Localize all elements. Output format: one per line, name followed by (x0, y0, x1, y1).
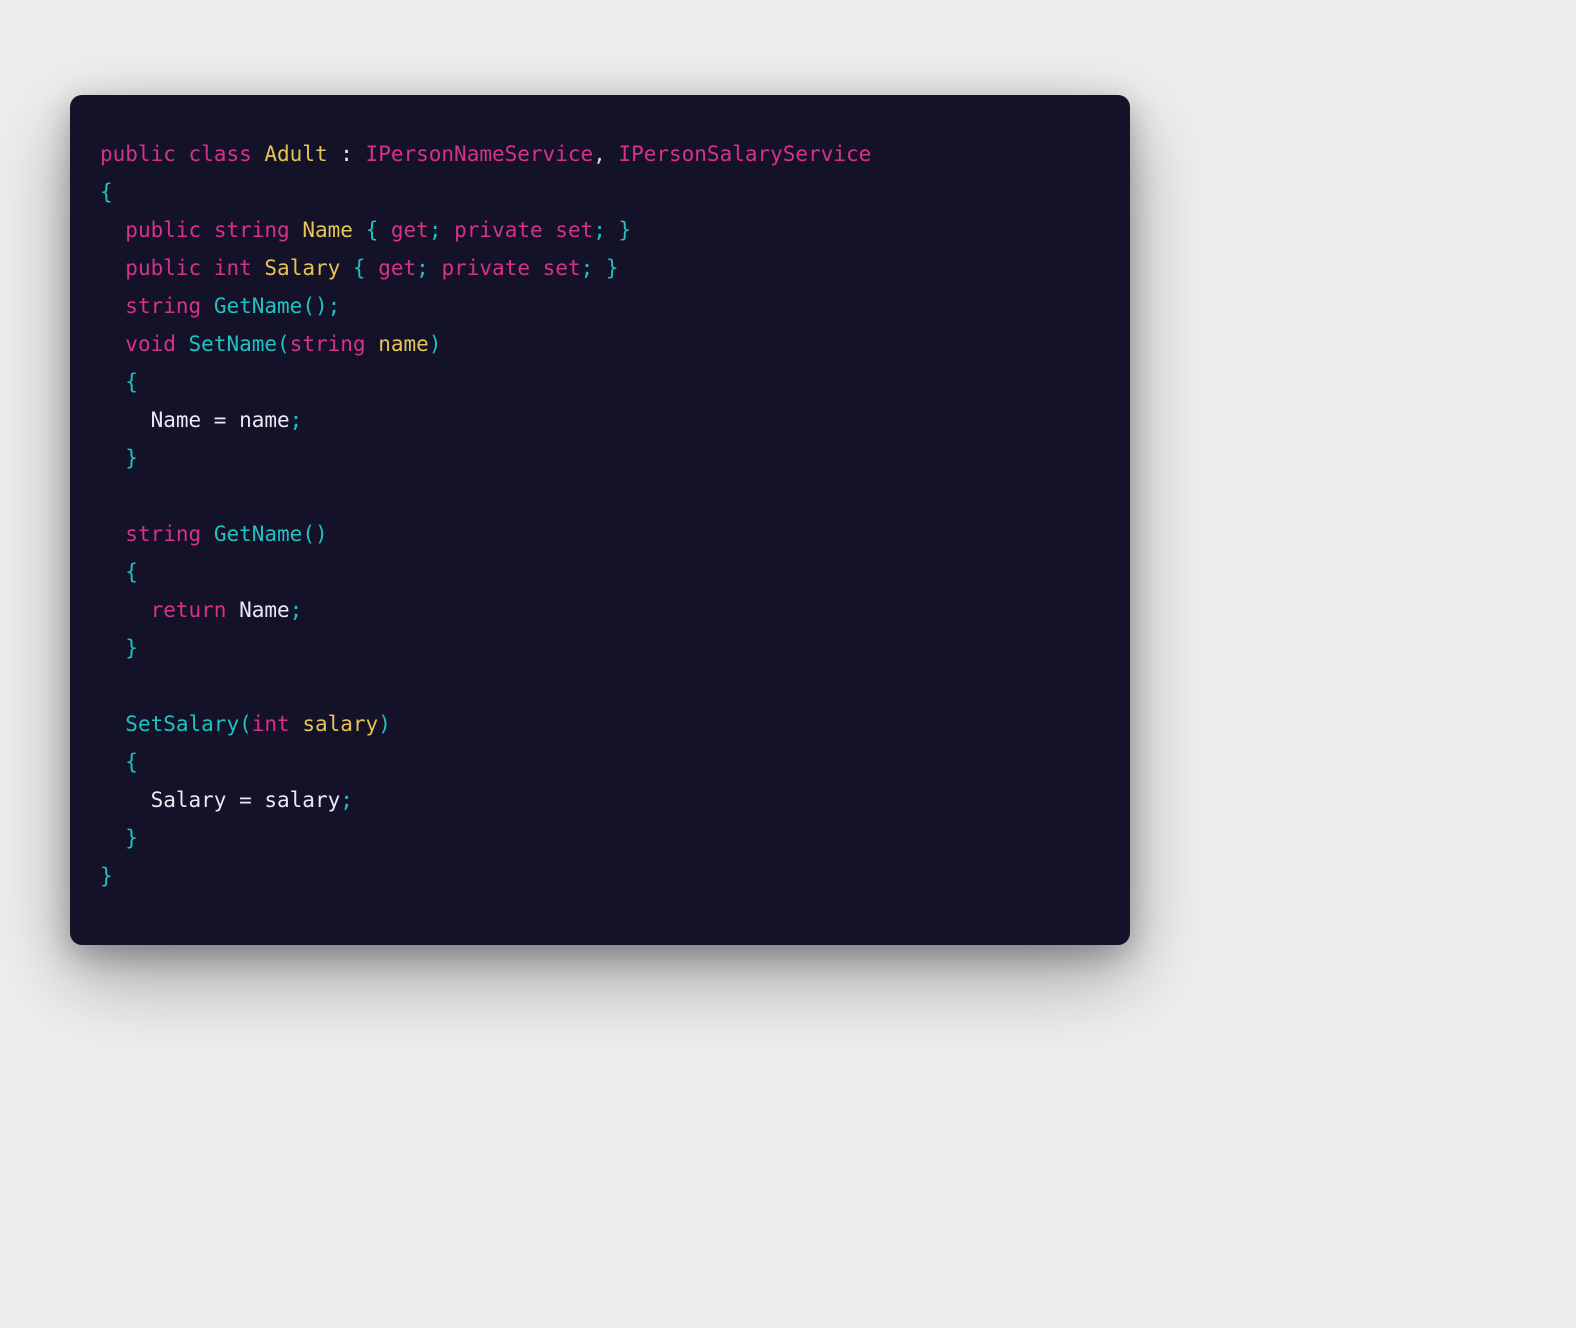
comma: , (593, 142, 618, 166)
semi: ; (290, 408, 303, 432)
colon: : (328, 142, 366, 166)
kw-return: return (151, 598, 227, 622)
kw-class: class (189, 142, 252, 166)
kw-public: public (125, 256, 201, 280)
open-brace: { (100, 180, 113, 204)
iface-1: IPersonNameService (366, 142, 594, 166)
param-salary: salary (264, 788, 340, 812)
fn-getname: GetName (214, 522, 303, 546)
close-brace: } (619, 218, 632, 242)
close-brace: } (125, 826, 138, 850)
open-paren: ( (239, 712, 252, 736)
kw-get: get (378, 256, 416, 280)
kw-public: public (125, 218, 201, 242)
open-brace: { (366, 218, 379, 242)
close-paren: ) (315, 522, 328, 546)
open-brace: { (125, 750, 138, 774)
close-brace: } (125, 636, 138, 660)
close-brace: } (606, 256, 619, 280)
var-salary: Salary (151, 788, 227, 812)
kw-int: int (252, 712, 290, 736)
open-paren: ( (302, 522, 315, 546)
semi: ; (416, 256, 429, 280)
semi: ; (328, 294, 341, 318)
fn-getname: GetName (214, 294, 303, 318)
kw-string: string (125, 522, 201, 546)
kw-string: string (290, 332, 366, 356)
stage: public class Adult : IPersonNameService,… (0, 0, 1576, 1328)
open-brace: { (125, 560, 138, 584)
open-brace: { (125, 370, 138, 394)
iface-2: IPersonSalaryService (618, 142, 871, 166)
eq: = (226, 788, 264, 812)
fn-setsalary: SetSalary (125, 712, 239, 736)
prop-name: Name (302, 218, 353, 242)
var-name: Name (151, 408, 202, 432)
close-paren: ) (378, 712, 391, 736)
param-name: name (378, 332, 429, 356)
kw-set: set (555, 218, 593, 242)
eq: = (201, 408, 239, 432)
kw-void: void (125, 332, 176, 356)
open-paren: ( (302, 294, 315, 318)
code-card: public class Adult : IPersonNameService,… (70, 95, 1130, 945)
close-brace: } (125, 446, 138, 470)
kw-set: set (543, 256, 581, 280)
kw-get: get (391, 218, 429, 242)
kw-private: private (454, 218, 543, 242)
var-name: Name (239, 598, 290, 622)
semi: ; (581, 256, 594, 280)
close-paren: ) (429, 332, 442, 356)
semi: ; (340, 788, 353, 812)
kw-int: int (214, 256, 252, 280)
close-paren: ) (315, 294, 328, 318)
param-salary: salary (302, 712, 378, 736)
param-name: name (239, 408, 290, 432)
kw-string: string (214, 218, 290, 242)
code-block: public class Adult : IPersonNameService,… (100, 135, 1100, 895)
fn-setname: SetName (189, 332, 278, 356)
semi: ; (429, 218, 442, 242)
close-brace: } (100, 864, 113, 888)
kw-private: private (441, 256, 530, 280)
kw-public: public (100, 142, 176, 166)
prop-salary: Salary (264, 256, 340, 280)
open-brace: { (353, 256, 366, 280)
semi: ; (593, 218, 606, 242)
class-name: Adult (264, 142, 327, 166)
semi: ; (290, 598, 303, 622)
open-paren: ( (277, 332, 290, 356)
kw-string: string (125, 294, 201, 318)
